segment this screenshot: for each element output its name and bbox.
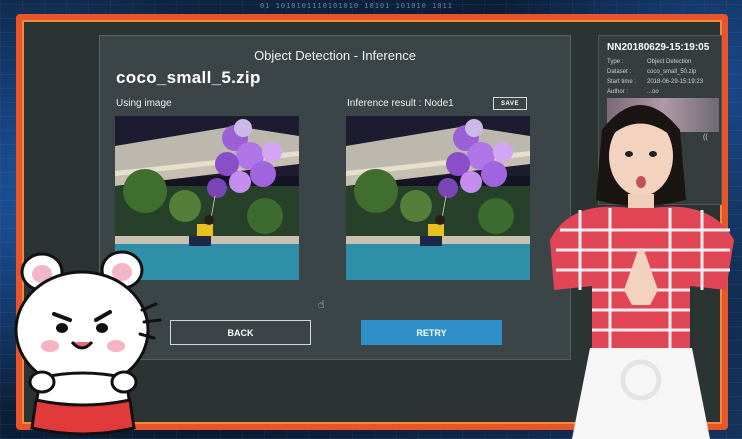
- info-key: Dataset :: [607, 69, 632, 75]
- info-value: Object Detection: [647, 59, 692, 65]
- info-row-start-time: Start time : 2018-06-29-15:19:23: [607, 79, 723, 85]
- inference-result-label: Inference result : Node1: [347, 98, 454, 109]
- retry-button[interactable]: RETRY: [361, 320, 502, 345]
- bear-mascot: [14, 250, 162, 436]
- info-value: coco_small_50.zip: [647, 69, 697, 75]
- file-name: coco_small_5.zip: [116, 68, 261, 87]
- info-key: Type :: [607, 59, 624, 65]
- info-value: 2018-06-29-15:19:23: [647, 79, 704, 85]
- info-key: Start time :: [607, 79, 637, 85]
- using-image-label: Using image: [116, 98, 172, 109]
- dialog-title: Object Detection - Inference: [254, 48, 416, 63]
- model-id: NN20180629-15:19:05: [607, 42, 710, 53]
- save-button[interactable]: SAVE: [493, 97, 527, 110]
- binary-text-decoration: 01 1010101110101010 10101 101010 1011: [260, 2, 453, 10]
- hand-pointer-icon: ☝: [318, 299, 325, 311]
- info-row-type: Type : Object Detection: [607, 59, 723, 65]
- back-button[interactable]: BACK: [170, 320, 311, 345]
- info-row-dataset: Dataset : coco_small_50.zip: [607, 69, 723, 75]
- inference-dialog: Object Detection - Inference coco_small_…: [99, 35, 571, 360]
- presenter-figure: [550, 105, 734, 439]
- inference-result-image: [346, 116, 530, 280]
